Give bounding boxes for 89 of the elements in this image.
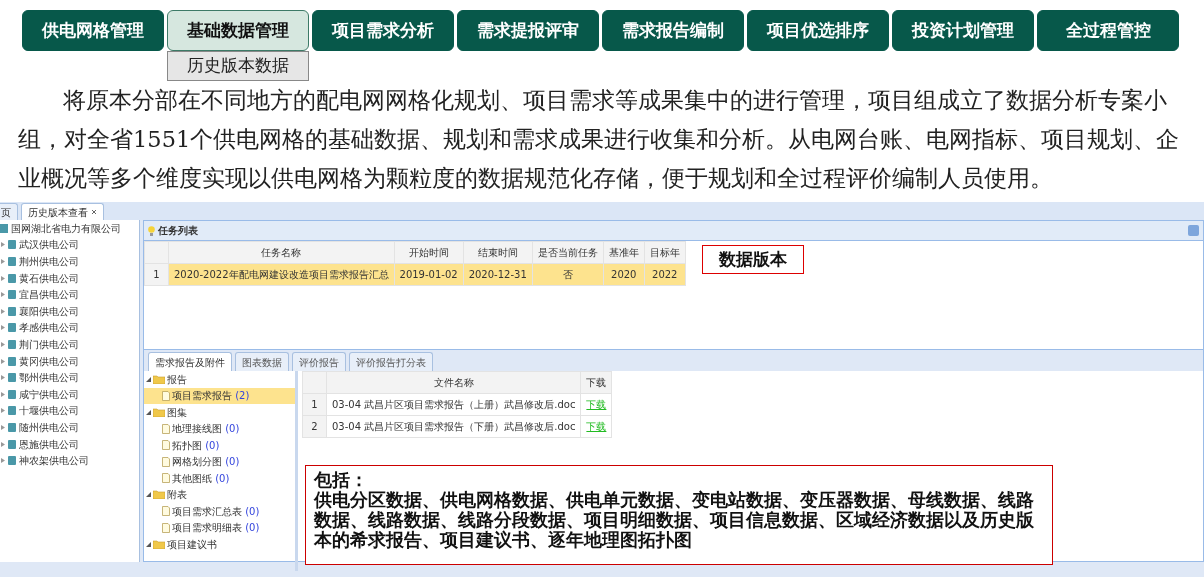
tree-item[interactable]: 孝感供电公司 — [19, 320, 79, 336]
paragraph: 将原本分部在不同地方的配电网网格化规划、项目需求等成果集中的进行管理，项目组成立了数据分析专案小组，对全省1551个供电网格的基础数据、规划和需求成果进行收集和分析。从电网台账、电网指标、项目规划、企业概况等多个维度实现以供电网格为颗粒度的数据规范化存储，便于规划和全过程评价编制人员使用。 — [18, 86, 1181, 193]
expand-arrow-icon — [1, 424, 5, 430]
sub-tab[interactable]: 评价报告打分表 — [349, 352, 433, 371]
table-cell: 03-04 武昌片区项目需求报告（下册）武昌修改后.doc — [326, 415, 581, 438]
row-number: 1 — [302, 393, 327, 416]
column-header: 目标年 — [644, 241, 686, 264]
tree-item[interactable]: 咸宁供电公司 — [19, 386, 79, 402]
expand-arrow-icon — [1, 292, 5, 298]
tree-item[interactable]: 网格划分图 (0) — [144, 453, 295, 470]
folder-icon — [153, 539, 165, 549]
expand-arrow-icon — [1, 341, 5, 347]
table-header-cell — [302, 371, 327, 394]
tree-item[interactable]: 随州供电公司 — [19, 419, 79, 435]
collapse-button[interactable] — [1188, 225, 1199, 236]
tree-item[interactable]: 荆门供电公司 — [19, 336, 79, 352]
nav-tab[interactable]: 投资计划管理 — [892, 10, 1034, 51]
tree-item[interactable]: 宜昌供电公司 — [19, 287, 79, 303]
annotation-callout: 数据版本 — [701, 245, 804, 274]
table-cell: 2020-2022年配电网建设改造项目需求报告汇总 — [168, 263, 394, 286]
sub-tab[interactable]: 评价报告 — [292, 352, 346, 371]
nav-tab[interactable]: 需求提报评审 — [457, 10, 599, 51]
document-icon — [162, 440, 170, 451]
expand-arrow-icon — [1, 391, 5, 397]
expand-arrow-icon — [1, 259, 5, 264]
expand-arrow-icon — [1, 275, 5, 281]
column-header: 基准年 — [603, 241, 645, 264]
tree-item[interactable]: 黄石供电公司 — [19, 270, 79, 286]
column-header: 是否当前任务 — [532, 241, 604, 264]
row-number: 2 — [302, 415, 327, 438]
tree-item[interactable]: 图集 — [167, 404, 187, 420]
column-header: 文件名称 — [326, 371, 581, 394]
tree-item[interactable]: 国网湖北省电力有限公司 — [11, 220, 121, 236]
column-header: 任务名称 — [168, 241, 394, 264]
document-icon — [162, 473, 170, 484]
app-tab[interactable]: 历史版本查看 — [21, 203, 104, 220]
expand-arrow-icon — [1, 308, 5, 314]
row-number: 1 — [144, 263, 169, 286]
folder-icon — [153, 490, 165, 500]
document-icon — [162, 506, 170, 517]
tree-item[interactable]: 十堰供电公司 — [19, 403, 79, 419]
column-header: 开始时间 — [394, 241, 464, 264]
table-cell: 03-04 武昌片区项目需求报告（上册）武昌修改后.doc — [326, 393, 581, 416]
panel-title: 任务列表 — [158, 224, 198, 238]
tree-item[interactable]: 项目需求汇总表 (0) — [144, 503, 295, 520]
nav-tab[interactable]: 项目优选排序 — [747, 10, 889, 51]
column-header: 下载 — [580, 371, 612, 394]
sub-tab[interactable]: 图表数据 — [235, 352, 289, 371]
app-tab[interactable]: 页 — [0, 203, 18, 220]
tree-item[interactable]: 恩施供电公司 — [19, 436, 79, 452]
tree-item[interactable]: 拓扑图 (0) — [144, 437, 295, 454]
tree-item[interactable]: 神农架供电公司 — [19, 453, 89, 469]
expand-arrow-icon — [1, 458, 5, 464]
tree-item[interactable]: 黄冈供电公司 — [19, 353, 79, 369]
document-icon — [162, 390, 170, 401]
nav-tab[interactable]: 全过程管控 — [1037, 10, 1179, 51]
expand-arrow-icon — [1, 375, 5, 381]
tree-item[interactable]: 报告 — [167, 371, 187, 387]
nav-tab[interactable]: 供电网格管理 — [22, 10, 164, 51]
tree-item[interactable]: 项目建议书 — [167, 536, 217, 552]
document-icon — [162, 522, 170, 533]
tree-item[interactable]: 鄂州供电公司 — [19, 370, 79, 386]
callout-title: 包括： — [314, 470, 369, 490]
tree-item[interactable]: 其他图纸 (0) — [144, 470, 295, 487]
folder-icon — [153, 374, 165, 384]
tree-item[interactable]: 附表 — [167, 487, 187, 503]
column-header: 结束时间 — [463, 241, 533, 264]
tree-item[interactable]: 项目需求报告 (2) — [144, 387, 295, 404]
tree-item[interactable]: 武汉供电公司 — [19, 237, 79, 253]
document-icon — [162, 423, 170, 434]
tree-item[interactable]: 襄阳供电公司 — [19, 303, 79, 319]
lightbulb-icon — [148, 225, 155, 236]
expand-arrow-icon — [1, 408, 5, 414]
folder-icon — [153, 407, 165, 417]
document-icon — [162, 456, 170, 467]
tree-item[interactable]: 荆州供电公司 — [19, 254, 79, 269]
nav-tab[interactable]: 项目需求分析 — [312, 10, 454, 51]
sub-tab[interactable]: 需求报告及附件 — [148, 352, 232, 371]
expand-arrow-icon — [1, 325, 5, 331]
expand-arrow-icon — [1, 242, 5, 248]
submenu-item[interactable]: 历史版本数据 — [167, 51, 309, 81]
tree-item[interactable]: 地理接线图 (0) — [144, 420, 295, 437]
expand-arrow-icon — [1, 358, 5, 364]
nav-tab[interactable]: 基础数据管理 — [167, 10, 309, 51]
callout-text: 供电分区数据、供电网格数据、供电单元数据、变电站数据、变压器数据、母线数据、线路数据、线路数据、线路分段数据、项目明细数据、项目信息数据、区域经济数据以及历史版本的希求报告、项目建议书、逐年地理图拓扑图 — [314, 490, 1035, 550]
tree-item[interactable]: 项目需求明细表 (0) — [144, 519, 295, 536]
expand-arrow-icon — [1, 441, 5, 447]
nav-tab[interactable]: 需求报告编制 — [602, 10, 744, 51]
close-icon — [91, 209, 97, 215]
